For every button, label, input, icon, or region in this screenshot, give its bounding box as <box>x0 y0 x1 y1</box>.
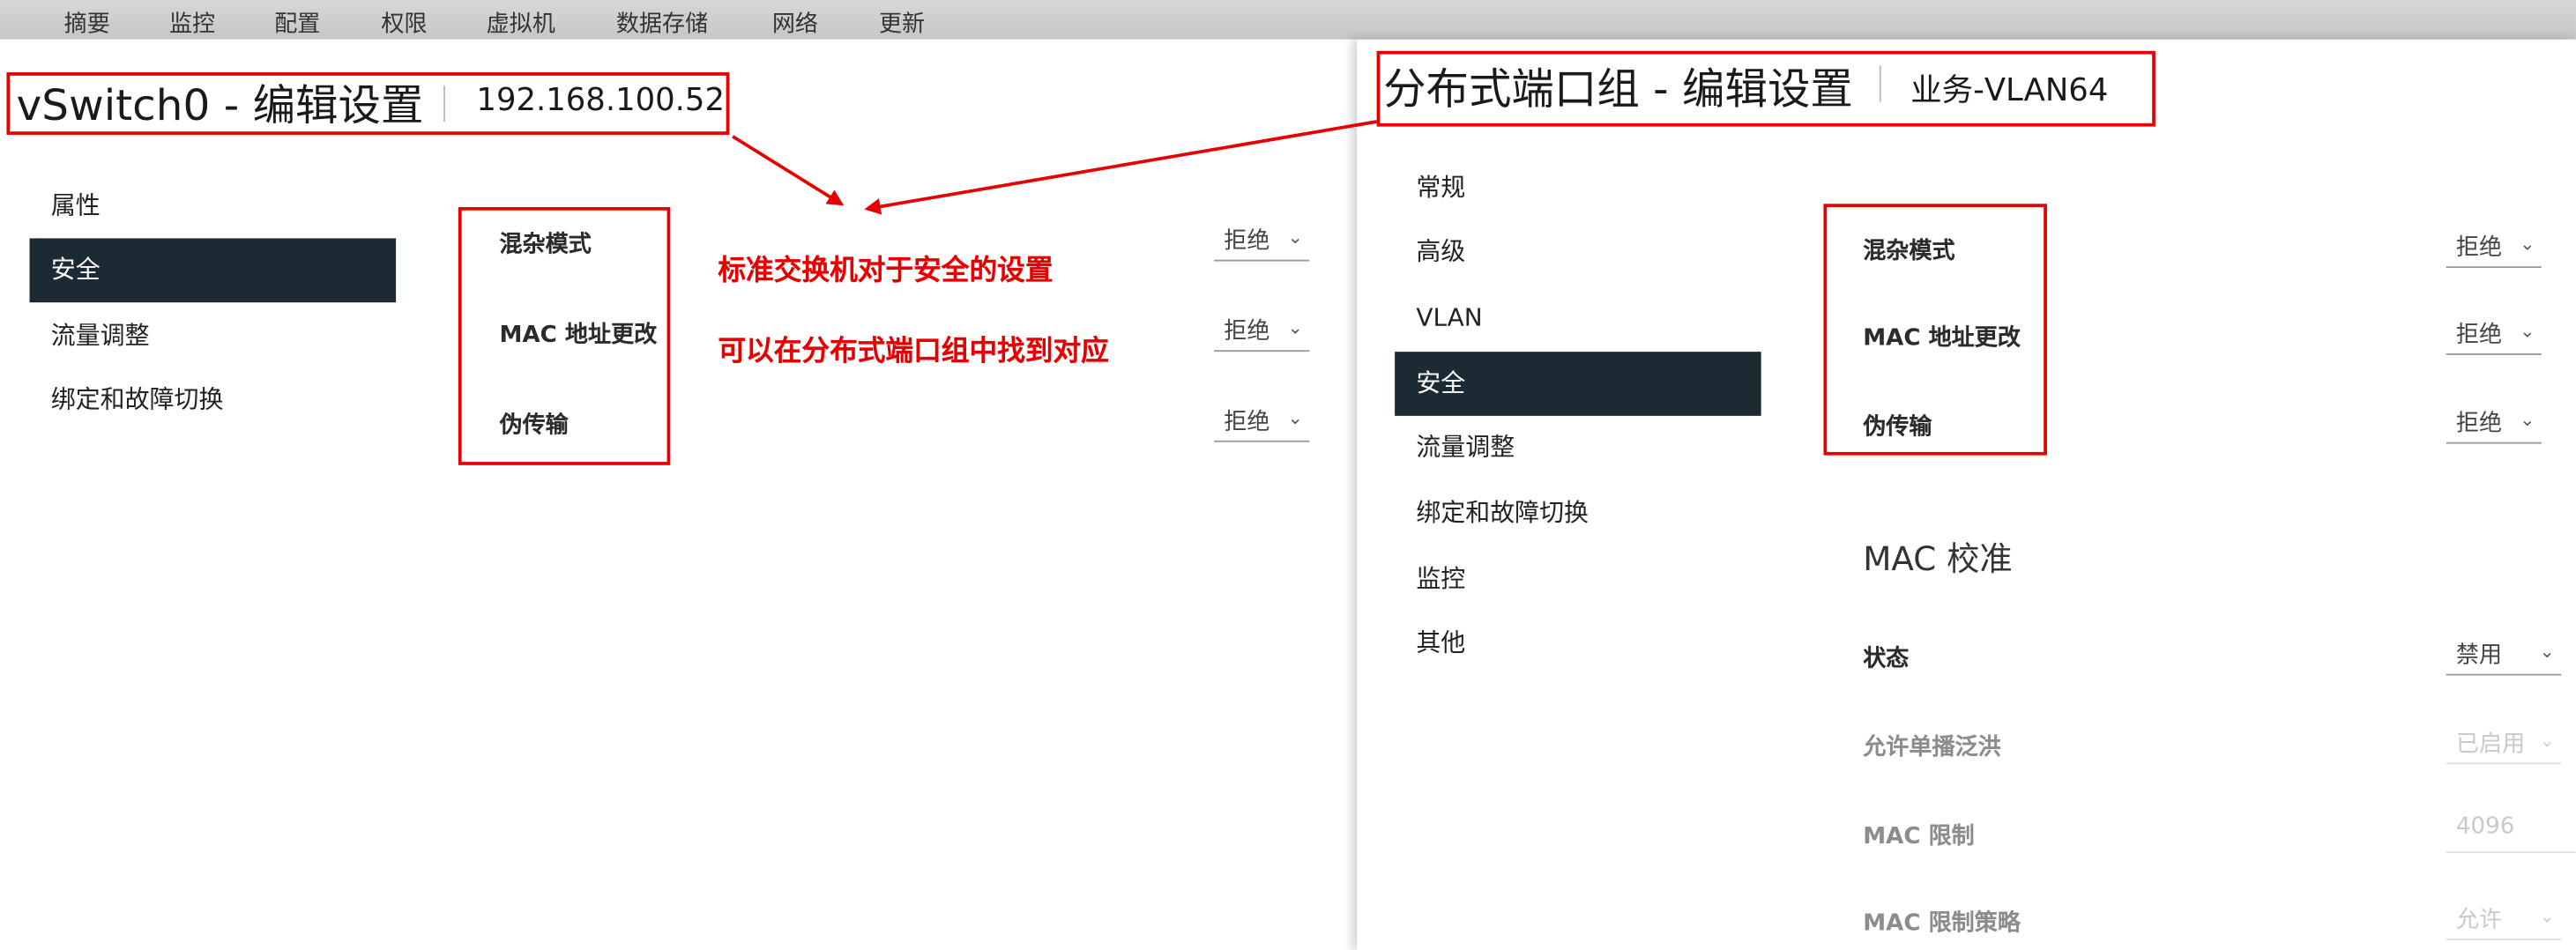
promiscuous-mode-select[interactable]: 拒绝 ⌄ <box>1214 222 1310 262</box>
mac-limit-input[interactable]: 4096 <box>2446 813 2576 853</box>
chevron-down-icon: ⌄ <box>2539 641 2555 663</box>
highlight-box-vswitch-fields <box>458 207 671 465</box>
nav-item-monitoring[interactable]: 监控 <box>1395 547 1761 612</box>
mac-learning-section-title: MAC 校准 <box>1863 538 2013 579</box>
highlight-box-portgroup-title <box>1376 50 2155 127</box>
chevron-down-icon: ⌄ <box>2539 730 2555 752</box>
nav-item-general[interactable]: 常规 <box>1395 156 1761 220</box>
mac-address-changes-value: 拒绝 <box>1224 318 1270 345</box>
forged-transmits-select[interactable]: 拒绝 ⌄ <box>2446 404 2542 444</box>
chevron-down-icon: ⌄ <box>2520 233 2535 256</box>
tab-configure[interactable]: 配置 <box>274 6 320 39</box>
chevron-down-icon: ⌄ <box>1287 407 1303 429</box>
nav-item-teaming-failover[interactable]: 绑定和故障切换 <box>30 368 397 433</box>
nav-item-properties[interactable]: 属性 <box>30 174 397 239</box>
mac-learning-status-value: 禁用 <box>2455 642 2503 670</box>
annotation-standard-switch: 标准交换机对于安全的设置 <box>718 255 1053 288</box>
screenshot-root: 摘要 监控 配置 权限 虚拟机 数据存储 网络 更新 vSwitch0 - 编辑… <box>0 0 2576 950</box>
mac-limit-label: MAC 限制 <box>1863 823 1975 850</box>
chevron-down-icon: ⌄ <box>1287 316 1303 339</box>
tab-updates[interactable]: 更新 <box>879 6 925 39</box>
nav-item-advanced[interactable]: 高级 <box>1395 220 1761 285</box>
unicast-flooding-value: 已启用 <box>2455 731 2526 758</box>
mac-limit-policy-select[interactable]: 允许 ⌄ <box>2446 901 2562 940</box>
mac-address-changes-select[interactable]: 拒绝 ⌄ <box>1214 312 1310 353</box>
mac-address-changes-value: 拒绝 <box>2455 322 2503 349</box>
tab-networks[interactable]: 网络 <box>772 6 818 39</box>
chevron-down-icon: ⌄ <box>2520 320 2535 342</box>
chevron-down-icon: ⌄ <box>2520 409 2535 431</box>
nav-item-miscellaneous[interactable]: 其他 <box>1395 612 1761 676</box>
promiscuous-mode-value: 拒绝 <box>2455 234 2503 262</box>
nav-item-traffic-shaping[interactable]: 流量调整 <box>30 304 397 368</box>
nav-item-teaming-failover[interactable]: 绑定和故障切换 <box>1395 481 1761 546</box>
top-nav-bar: 摘要 监控 配置 权限 虚拟机 数据存储 网络 更新 <box>0 0 2576 41</box>
highlight-box-vswitch-title <box>6 72 730 135</box>
mac-limit-value: 4096 <box>2455 813 2515 841</box>
nav-item-security[interactable]: 安全 <box>1395 352 1761 416</box>
forged-transmits-value: 拒绝 <box>1224 409 1270 436</box>
tab-datastores[interactable]: 数据存储 <box>616 6 708 39</box>
mac-learning-status-select[interactable]: 禁用 ⌄ <box>2446 636 2562 676</box>
chevron-down-icon: ⌄ <box>1287 226 1303 249</box>
unicast-flooding-select[interactable]: 已启用 ⌄ <box>2446 725 2562 765</box>
tab-permissions[interactable]: 权限 <box>381 6 427 39</box>
forged-transmits-select[interactable]: 拒绝 ⌄ <box>1214 403 1310 442</box>
nav-item-security[interactable]: 安全 <box>29 238 397 303</box>
nav-item-traffic-shaping[interactable]: 流量调整 <box>1395 416 1761 480</box>
nav-item-vlan[interactable]: VLAN <box>1395 286 1761 351</box>
tab-summary[interactable]: 摘要 <box>64 6 110 39</box>
mac-limit-policy-value: 允许 <box>2455 907 2503 934</box>
unicast-flooding-label: 允许单播泛洪 <box>1863 734 2001 761</box>
promiscuous-mode-select[interactable]: 拒绝 ⌄ <box>2446 228 2542 269</box>
chevron-down-icon: ⌄ <box>2539 905 2555 927</box>
promiscuous-mode-value: 拒绝 <box>1224 228 1270 256</box>
tab-vms[interactable]: 虚拟机 <box>487 6 555 39</box>
mac-learning-status-label: 状态 <box>1863 645 1910 672</box>
mac-limit-policy-label: MAC 限制策略 <box>1863 910 2021 938</box>
highlight-box-portgroup-fields <box>1823 204 2047 456</box>
annotation-find-in-port-group: 可以在分布式端口组中找到对应 <box>718 335 1109 368</box>
forged-transmits-value: 拒绝 <box>2455 411 2503 438</box>
tab-monitor[interactable]: 监控 <box>169 6 215 39</box>
mac-address-changes-select[interactable]: 拒绝 ⌄ <box>2446 315 2542 355</box>
